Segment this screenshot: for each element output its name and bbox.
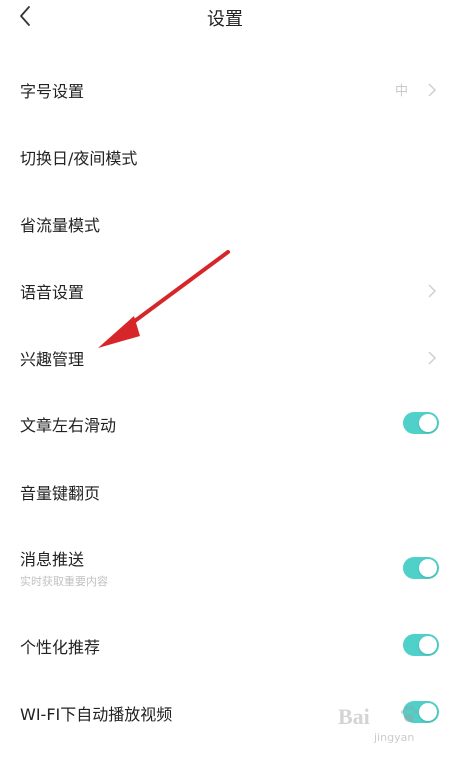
- toggle-knob: [419, 636, 437, 654]
- baidu-jingyan-watermark: Bai jingyan: [330, 700, 440, 746]
- setting-label: 语音设置: [20, 283, 85, 302]
- setting-label: 个性化推荐: [20, 638, 101, 657]
- setting-voice[interactable]: 语音设置: [0, 273, 450, 307]
- chevron-right-icon: [426, 82, 438, 98]
- font-size-value: 中: [394, 84, 408, 99]
- article-swipe-toggle[interactable]: [403, 412, 439, 434]
- setting-label: 文章左右滑动: [20, 416, 117, 435]
- toggle-knob: [419, 559, 437, 577]
- setting-article-swipe[interactable]: 文章左右滑动: [0, 406, 450, 440]
- personalized-recommendations-toggle[interactable]: [403, 634, 439, 656]
- setting-label: 消息推送: [20, 550, 85, 569]
- setting-sublabel: 实时获取重要内容: [20, 575, 108, 588]
- setting-label: WI-FI下自动播放视频: [20, 705, 173, 724]
- setting-interest-management[interactable]: 兴趣管理: [0, 340, 450, 374]
- setting-personalized-recommendations[interactable]: 个性化推荐: [0, 628, 450, 662]
- setting-data-saver[interactable]: 省流量模式: [0, 206, 450, 240]
- page-title: 设置: [207, 9, 243, 30]
- setting-label: 音量键翻页: [20, 484, 101, 503]
- chevron-right-icon: [426, 350, 438, 366]
- setting-label: 切换日/夜间模式: [20, 149, 138, 168]
- watermark-subtext: jingyan: [374, 731, 415, 744]
- top-bar: 设置: [0, 0, 450, 36]
- setting-label: 省流量模式: [20, 216, 101, 235]
- setting-label: 兴趣管理: [20, 350, 85, 369]
- setting-label: 字号设置: [20, 82, 85, 101]
- setting-push-notifications[interactable]: 消息推送 实时获取重要内容: [0, 540, 450, 592]
- setting-font-size[interactable]: 字号设置 中: [0, 72, 450, 106]
- paw-icon: [400, 705, 419, 722]
- toggle-knob: [419, 414, 437, 432]
- setting-volume-key-page[interactable]: 音量键翻页: [0, 474, 450, 508]
- push-notifications-toggle[interactable]: [403, 557, 439, 579]
- setting-day-night-mode[interactable]: 切换日/夜间模式: [0, 139, 450, 173]
- chevron-right-icon: [426, 283, 438, 299]
- watermark-text: Bai: [338, 704, 370, 729]
